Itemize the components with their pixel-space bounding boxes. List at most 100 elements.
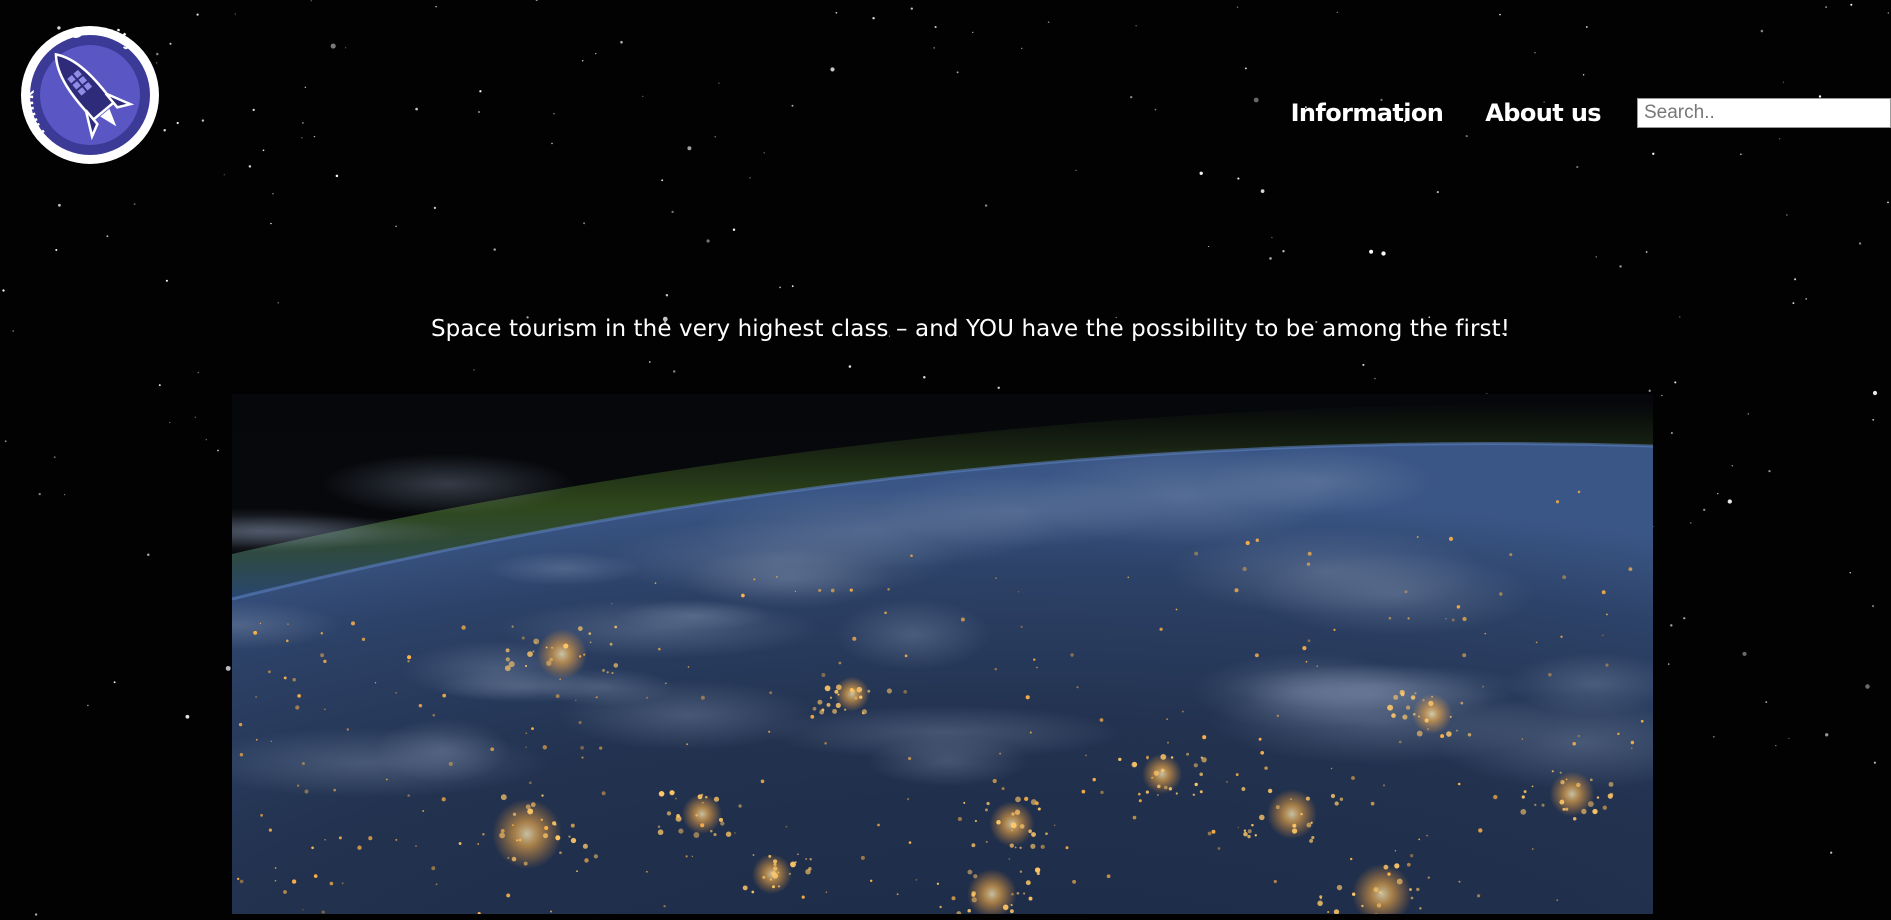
city-light: [768, 854, 772, 858]
city-glow: [1549, 771, 1595, 817]
star: [1362, 363, 1365, 366]
star: [1237, 177, 1240, 180]
city-light: [1535, 641, 1538, 644]
city-light: [435, 883, 438, 886]
city-light: [329, 881, 334, 886]
city-light: [664, 682, 667, 685]
city-light: [967, 869, 973, 875]
star: [1782, 81, 1784, 83]
star: [661, 179, 664, 182]
star: [1075, 169, 1077, 172]
city-light: [675, 797, 677, 800]
star: [997, 386, 1000, 390]
city-light: [1037, 807, 1041, 811]
city-light: [1267, 788, 1273, 794]
city-light: [320, 653, 325, 658]
city-light: [570, 823, 575, 828]
star: [1792, 302, 1795, 305]
city-light: [1462, 653, 1467, 658]
city-light: [1015, 796, 1021, 803]
city-light: [1521, 795, 1525, 799]
search-input[interactable]: [1637, 98, 1891, 128]
city-light: [1305, 660, 1308, 663]
city-light: [1127, 576, 1129, 579]
city-light: [283, 890, 287, 894]
city-light: [458, 842, 462, 845]
city-light: [1531, 785, 1534, 788]
city-light: [1234, 588, 1239, 593]
cloud: [1167, 527, 1485, 615]
city-light: [1484, 632, 1487, 635]
city-light: [302, 909, 304, 911]
city-light: [1237, 826, 1240, 829]
city-light: [1394, 850, 1397, 852]
city-light: [1247, 829, 1252, 834]
city-light: [1376, 903, 1382, 908]
star: [478, 111, 480, 113]
city-light: [1168, 787, 1173, 791]
city-light: [794, 590, 797, 593]
city-light: [1029, 731, 1032, 734]
city-light: [1118, 757, 1122, 762]
city-light: [500, 828, 505, 833]
city-light: [506, 893, 511, 898]
star: [330, 43, 336, 49]
city-light: [1036, 666, 1038, 669]
city-light: [1311, 836, 1315, 840]
city-light: [1306, 562, 1311, 566]
city-light: [1157, 784, 1161, 789]
city-light: [985, 808, 988, 812]
city-light: [769, 878, 773, 881]
city-light: [1460, 701, 1464, 705]
city-light: [818, 588, 822, 592]
city-light: [830, 588, 835, 593]
city-light: [1193, 763, 1198, 768]
nav-link-about-us[interactable]: About us: [1485, 99, 1601, 127]
city-light: [951, 896, 956, 901]
city-light: [1601, 590, 1606, 595]
city-light: [1175, 608, 1178, 611]
star: [205, 439, 207, 441]
star: [1236, 6, 1239, 8]
city-light: [283, 676, 287, 680]
city-light: [576, 870, 578, 873]
star: [1747, 413, 1750, 415]
city-light: [357, 845, 362, 850]
city-light: [1100, 790, 1104, 795]
city-light: [903, 689, 908, 694]
city-light: [1031, 832, 1036, 837]
city-light: [1327, 910, 1330, 914]
city-light: [1596, 796, 1600, 799]
star: [732, 228, 736, 231]
city-light: [1264, 766, 1268, 770]
star: [649, 361, 651, 363]
city-light: [297, 694, 301, 698]
city-light: [555, 694, 560, 698]
star: [197, 371, 200, 374]
nav-link-information[interactable]: Information: [1291, 99, 1444, 127]
city-light: [1167, 741, 1169, 744]
city-light: [1002, 904, 1009, 911]
city-light: [490, 747, 495, 752]
star: [581, 59, 584, 62]
star: [395, 225, 397, 228]
city-light: [686, 743, 689, 746]
city-light: [995, 577, 997, 579]
city-light: [1099, 718, 1104, 722]
star: [749, 177, 751, 179]
star: [1887, 12, 1889, 14]
city-light: [431, 866, 436, 871]
city-light: [1482, 685, 1485, 688]
city-light: [1458, 880, 1461, 883]
city-light: [1493, 794, 1498, 800]
city-light: [1605, 613, 1608, 616]
city-light: [1199, 772, 1203, 777]
star: [972, 31, 974, 34]
star: [1336, 11, 1338, 13]
city-light: [1445, 618, 1447, 620]
city-light: [554, 823, 557, 826]
city-light: [588, 632, 592, 635]
think-gravity-logo[interactable]: Gravity Think: [19, 24, 161, 166]
city-light: [295, 705, 300, 710]
city-light: [292, 678, 296, 682]
